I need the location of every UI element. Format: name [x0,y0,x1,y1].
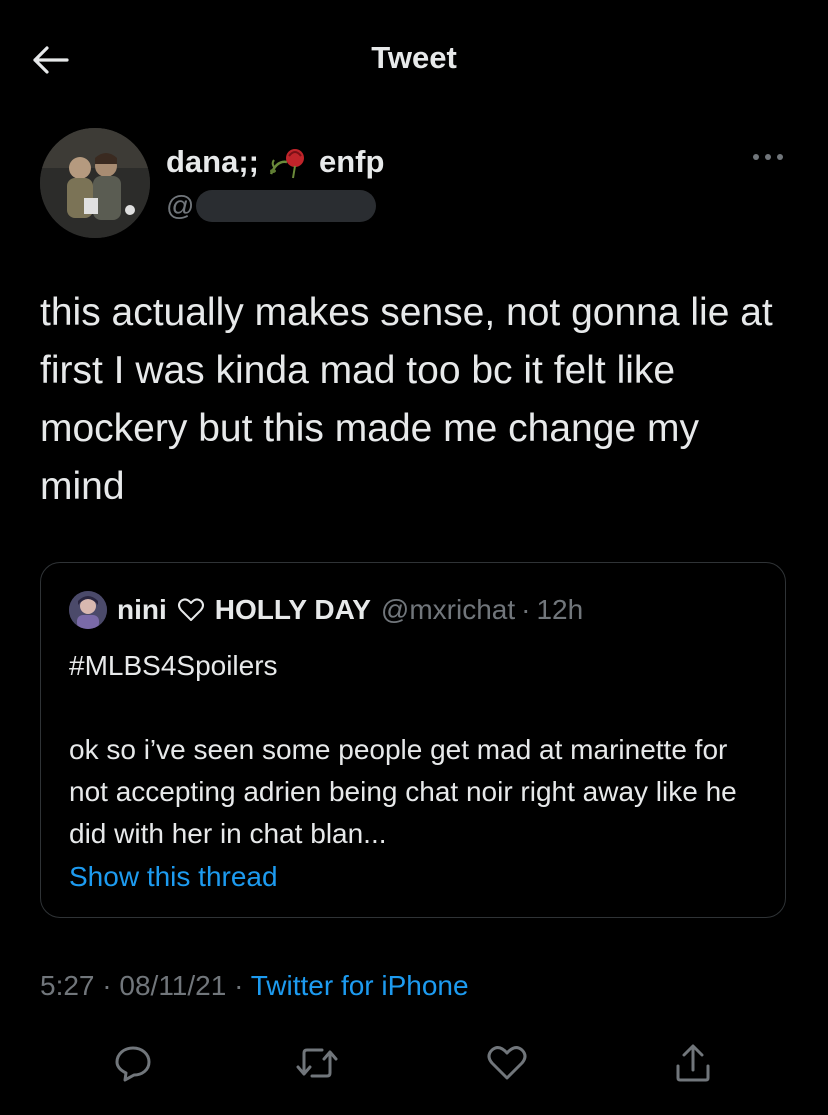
page-title: Tweet [371,40,457,75]
quoted-tweet-text: #MLBS4Spoilers ok so i’ve seen some peop… [69,645,759,855]
display-name-suffix: enfp [319,144,385,179]
retweet-button[interactable] [292,1038,342,1088]
share-button[interactable] [668,1038,718,1088]
quote-body: ok so i’ve seen some people get mad at m… [69,734,737,849]
display-name[interactable]: dana;; enfp [166,144,384,180]
avatar[interactable] [40,128,150,238]
quote-author-name-suffix: HOLLY DAY [214,594,371,625]
white-heart-icon [177,598,204,621]
redacted-handle [196,190,377,222]
tweet-time: 5:27 [40,970,95,1001]
quote-avatar [69,591,107,629]
quote-handle: @mxrichat [380,594,516,625]
heart-icon [487,1046,527,1080]
tweet-date: 08/11/21 [119,970,227,1001]
tweet-metadata: 5:27 · 08/11/21 · Twitter for iPhone [40,970,469,1002]
tweet-source-link[interactable]: Twitter for iPhone [251,970,469,1001]
handle-prefix: @ [166,190,195,221]
quoted-tweet-header: nini HOLLY DAY @mxrichat · 12h [69,591,583,629]
wilted-rose-icon [269,149,304,179]
quote-hashtag: #MLBS4Spoilers [69,650,278,681]
meta-separator: · [102,970,112,1001]
action-bar [0,1038,828,1088]
display-name-text: dana;; [166,144,259,179]
reply-button[interactable] [108,1038,158,1088]
more-horizontal-icon [753,154,783,160]
meta-separator-2: · [234,970,244,1001]
top-bar: Tweet [0,0,828,110]
quote-author-name: nini [117,594,167,625]
like-button[interactable] [482,1038,532,1088]
more-button[interactable] [748,142,788,172]
quoted-tweet[interactable]: nini HOLLY DAY @mxrichat · 12h #MLBS4Spo… [40,562,786,918]
handle[interactable]: @ [166,190,377,222]
share-icon [676,1044,710,1082]
reply-icon [115,1046,151,1082]
quote-separator: · [521,594,531,625]
show-thread-link[interactable]: Show this thread [69,861,278,893]
tweet-text: this actually makes sense, not gonna lie… [40,291,773,508]
tweet-author: dana;; enfp @ [40,128,788,238]
retweet-icon [296,1048,338,1078]
quote-time: 12h [536,594,584,625]
